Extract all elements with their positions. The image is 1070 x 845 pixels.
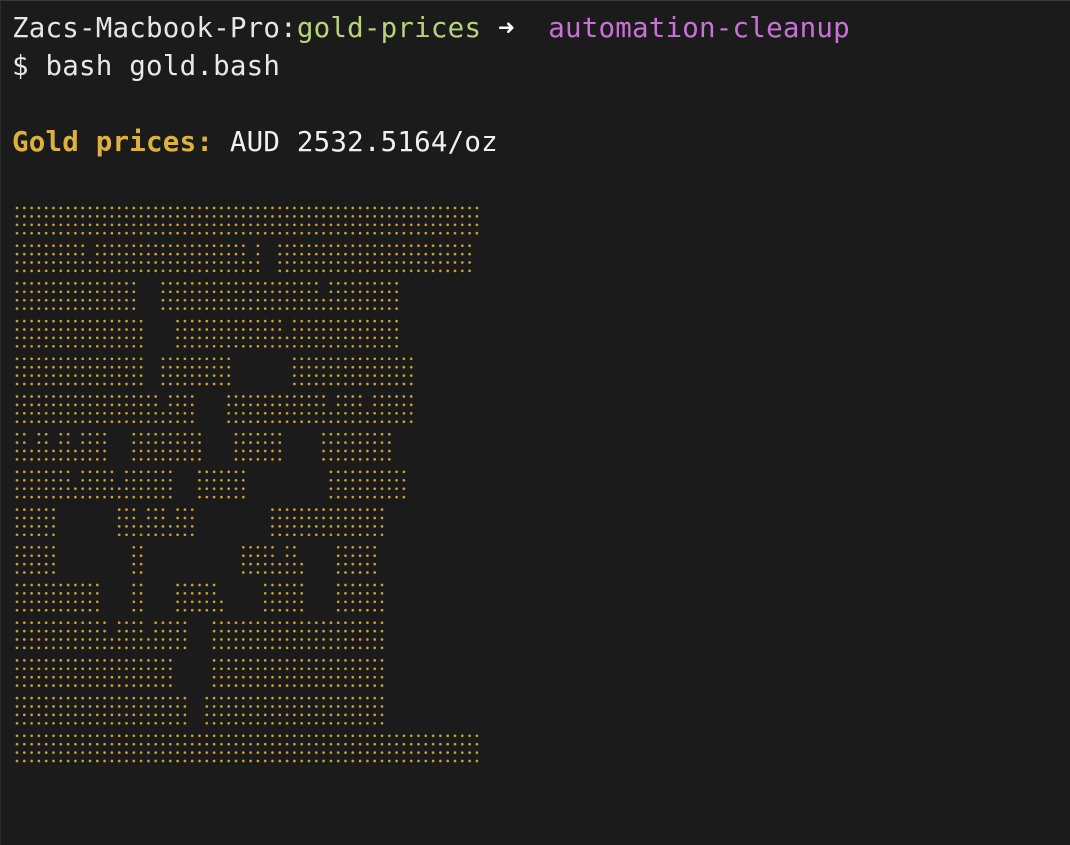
braille-row <box>15 395 413 424</box>
braille-row <box>15 244 471 273</box>
terminal-window[interactable]: Zacs-Macbook-Pro:gold-prices ➜ automatio… <box>0 0 1070 845</box>
braille-row <box>15 357 413 386</box>
braille-row <box>15 508 384 537</box>
braille-row <box>15 206 479 235</box>
gold-bars-braille-art <box>15 206 479 763</box>
gold-price-output: Gold prices: AUD 2532.5164/oz <box>12 123 498 161</box>
gold-price-value: AUD 2532.5164/oz <box>213 126 498 158</box>
braille-row <box>15 545 377 574</box>
gold-price-label: Gold prices: <box>12 126 214 158</box>
braille-row <box>15 659 384 687</box>
shell-prompt: Zacs-Macbook-Pro:gold-prices ➜ automatio… <box>12 9 850 47</box>
command-line: $ bash gold.bash <box>12 47 280 85</box>
braille-row <box>15 282 398 310</box>
prompt-git-branch: automation-cleanup <box>548 12 850 44</box>
prompt-arrow-icon: ➜ <box>481 12 549 44</box>
braille-row <box>15 621 384 650</box>
braille-row <box>15 583 384 612</box>
prompt-directory: gold-prices <box>296 12 482 44</box>
braille-row <box>15 696 384 725</box>
braille-row <box>15 319 398 348</box>
braille-row <box>15 432 391 461</box>
prompt-dollar-symbol: $ <box>12 50 29 82</box>
braille-row <box>15 470 406 499</box>
prompt-separator: : <box>280 12 297 44</box>
command-text: bash gold.bash <box>28 50 281 82</box>
prompt-host: Zacs-Macbook-Pro <box>12 12 281 44</box>
braille-row <box>15 734 479 763</box>
